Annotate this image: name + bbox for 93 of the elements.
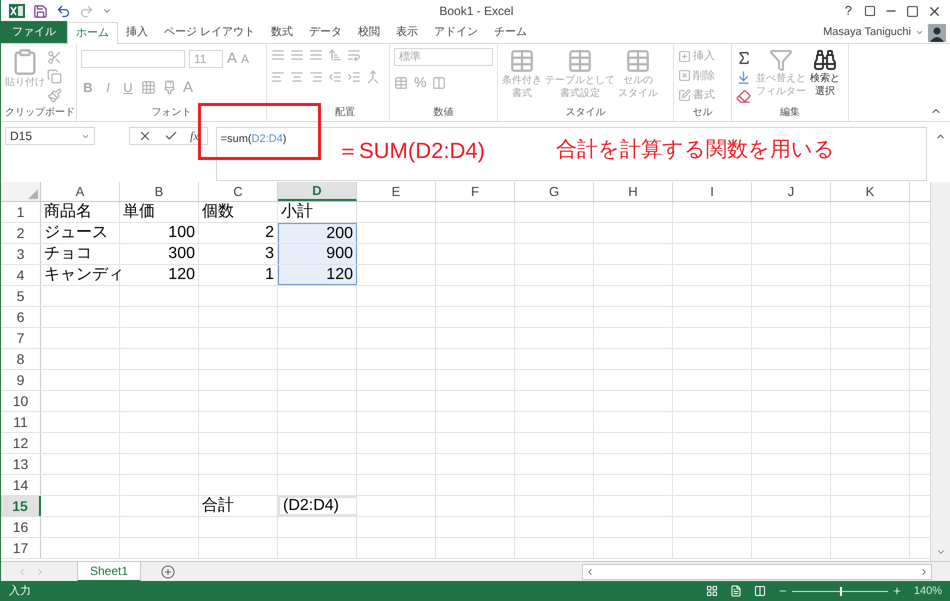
find-select-button[interactable]: 検索と 選択 (810, 48, 840, 104)
user-name[interactable]: Masaya Taniguchi (823, 24, 911, 41)
group-label: 編集 (780, 106, 800, 120)
cancel-icon[interactable] (138, 129, 152, 143)
cell-text: 合計 (202, 496, 234, 516)
align-top-icon[interactable] (271, 48, 285, 62)
ribbon-tab[interactable]: データ (301, 21, 350, 43)
ribbon-tab[interactable]: ページ レイアウト (156, 21, 264, 43)
page-break-icon[interactable] (754, 585, 766, 597)
format-icon (678, 88, 691, 102)
align-center-icon[interactable] (290, 70, 304, 84)
cell-text: 100 (168, 223, 195, 243)
wrap-text-icon[interactable] (347, 48, 361, 62)
binoculars-icon (813, 48, 837, 72)
save-icon[interactable] (33, 4, 48, 18)
select-all-corner[interactable] (1, 182, 41, 201)
fill-color-icon[interactable] (162, 80, 177, 96)
cut-icon[interactable] (47, 50, 62, 65)
status-mode: 入力 (9, 584, 31, 599)
ribbon-tab[interactable]: 数式 (263, 21, 302, 43)
zoom-in-icon[interactable] (892, 586, 902, 596)
help-button[interactable]: ? (840, 1, 856, 21)
page-layout-icon[interactable] (730, 585, 742, 597)
cell-text: 300 (168, 244, 195, 264)
ribbon-tab[interactable]: ホーム (67, 22, 118, 44)
redo-icon[interactable] (79, 4, 94, 18)
zoom-thumb[interactable] (840, 586, 842, 596)
caret-icon[interactable] (915, 28, 924, 37)
sheet-tab[interactable]: Sheet1 (77, 562, 142, 582)
column-header[interactable]: D (278, 182, 357, 201)
group-label: セル (692, 106, 712, 120)
orientation-icon[interactable] (328, 48, 342, 62)
cell-text: 3 (265, 244, 274, 264)
add-sheet-icon[interactable] (161, 564, 176, 578)
cell-text: 900 (326, 244, 353, 264)
annotation-text: ＝SUM(D2:D4) (337, 137, 485, 165)
cell-text: 200 (326, 224, 353, 244)
undo-icon[interactable] (56, 4, 71, 18)
ribbon-tab[interactable]: チーム (486, 21, 536, 43)
delete-icon (678, 69, 691, 82)
cell-text: チョコ (44, 244, 92, 264)
align-right-icon[interactable] (309, 70, 323, 84)
align-left-icon[interactable] (271, 70, 285, 84)
normal-view-icon[interactable] (706, 585, 718, 597)
maximize-icon[interactable] (906, 4, 919, 18)
format-painter-icon[interactable] (47, 88, 62, 103)
horizontal-scrollbar[interactable] (582, 564, 932, 580)
zoom-reading: 140% (914, 584, 942, 599)
group-label: フォント (152, 106, 192, 120)
ribbon-tab[interactable]: 校閲 (350, 21, 388, 43)
vertical-scrollbar[interactable] (930, 182, 950, 561)
border-icon[interactable] (141, 80, 156, 96)
cell-text: 単価 (123, 202, 155, 222)
align-bottom-icon[interactable] (309, 48, 323, 62)
ribbon-tab[interactable]: ファイル (1, 21, 67, 43)
cell-text: 120 (326, 264, 353, 284)
active-cell-text: (D2:D4) (283, 496, 340, 516)
ribbon-tab[interactable]: 表示 (388, 21, 426, 43)
group-label: スタイル (566, 106, 606, 120)
row-header[interactable]: 15 (1, 496, 41, 516)
ribbon-tab[interactable]: アドイン (426, 21, 486, 43)
align-middle-icon[interactable] (290, 48, 304, 62)
cell-text: 小計 (281, 202, 313, 222)
cell-text: 1 (265, 265, 274, 285)
cell-text: 個数 (202, 202, 234, 222)
ribbon-tab[interactable]: 挿入 (118, 21, 156, 43)
outdent-icon[interactable] (328, 70, 342, 84)
indent-icon[interactable] (347, 70, 361, 84)
ribbon-display-icon[interactable] (864, 5, 876, 17)
table-icon (625, 48, 651, 74)
merge-icon[interactable] (366, 70, 380, 84)
name-box[interactable]: D15 (5, 127, 95, 145)
copy-icon[interactable] (47, 69, 62, 84)
avatar-icon[interactable] (928, 24, 946, 42)
eraser-icon[interactable] (736, 89, 751, 104)
insert-function-button[interactable]: fx (190, 127, 199, 145)
group-label: 配置 (335, 106, 355, 120)
cell-text: 2 (265, 223, 274, 243)
window-title: Book1 - Excel (439, 3, 514, 20)
fill-icon[interactable] (736, 70, 751, 85)
group-label: クリップボード (5, 106, 75, 120)
cell-text: ジュース (44, 223, 108, 243)
group-label: 数値 (434, 106, 454, 120)
cell-text: キャンディ (44, 265, 124, 285)
filter-icon (769, 48, 793, 72)
insert-icon (678, 50, 691, 63)
annotation-text: 合計を計算する関数を用いる (556, 137, 835, 163)
cell-text: 120 (168, 265, 195, 285)
cell-text: 商品名 (44, 202, 92, 222)
excel-logo-icon[interactable] (9, 3, 25, 19)
table-icon (509, 48, 535, 74)
font-name-field[interactable] (81, 50, 185, 68)
table-icon (567, 48, 593, 74)
